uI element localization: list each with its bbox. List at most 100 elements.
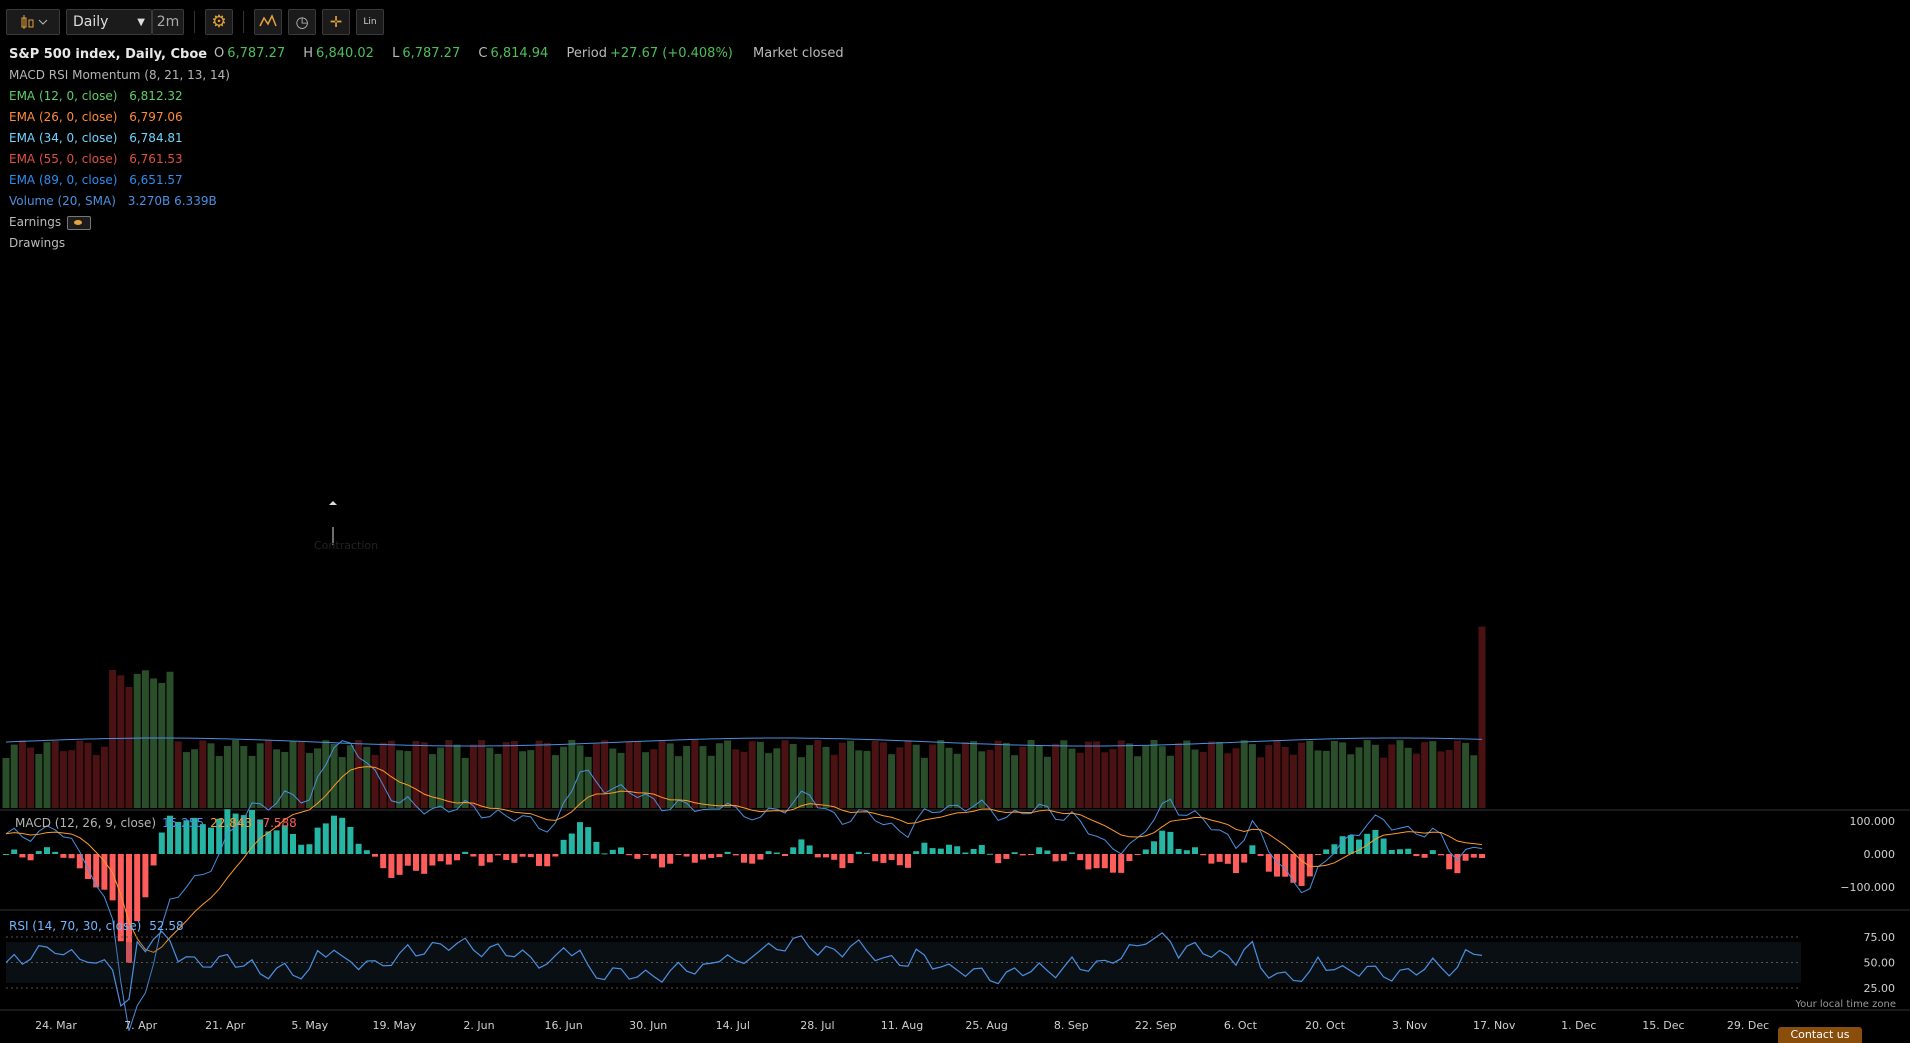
high-value: 6,840.02 bbox=[316, 46, 374, 61]
volume-bar bbox=[445, 740, 453, 808]
macd-histogram-bar bbox=[585, 827, 592, 854]
macd-histogram-bar bbox=[380, 854, 387, 869]
macd-histogram-bar bbox=[634, 854, 641, 859]
x-tick-label: 20. Oct bbox=[1305, 1019, 1346, 1032]
indicator-legend-item[interactable]: EMA (89, 0, close) 6,651.57 bbox=[9, 170, 230, 191]
macd-histogram-bar bbox=[1216, 854, 1223, 862]
macd-histogram-bar bbox=[437, 854, 444, 862]
macd-histogram-bar bbox=[855, 851, 862, 854]
volume-bar bbox=[1380, 757, 1388, 808]
volume-bar bbox=[428, 754, 436, 808]
range-button[interactable]: 2m bbox=[152, 9, 184, 35]
time-button[interactable]: ◷ bbox=[288, 9, 316, 35]
x-tick-label: 22. Sep bbox=[1135, 1019, 1177, 1032]
volume-bar bbox=[789, 744, 797, 808]
indicator-value: 3.270B 6.339B bbox=[123, 194, 217, 208]
macd-histogram-bar bbox=[773, 852, 780, 854]
interval-select[interactable]: Daily ▼ bbox=[66, 9, 152, 35]
indicator-legend-item[interactable]: Volume (20, SMA) 3.270B 6.339B bbox=[9, 191, 230, 212]
x-tick-label: 8. Sep bbox=[1054, 1019, 1089, 1032]
volume-bar bbox=[904, 740, 912, 808]
macd-histogram-bar bbox=[1151, 841, 1157, 854]
macd-histogram-bar bbox=[413, 854, 419, 871]
x-tick-label: 29. Dec bbox=[1727, 1019, 1769, 1032]
indicator-legend-item[interactable]: EMA (55, 0, close) 6,761.53 bbox=[9, 149, 230, 170]
volume-bar bbox=[1158, 746, 1166, 808]
volume-bar bbox=[1142, 745, 1150, 808]
volume-bar bbox=[994, 740, 1002, 808]
rsi-legend: RSI (14, 70, 30, close) 52.58 bbox=[9, 919, 184, 933]
rsi-legend-name: RSI (14, 70, 30, close) bbox=[9, 919, 141, 933]
chart-type-button[interactable] bbox=[6, 9, 60, 35]
macd-histogram-bar bbox=[1028, 854, 1034, 855]
macd-histogram-bar bbox=[675, 854, 682, 855]
macd-histogram-bar bbox=[331, 815, 337, 854]
volume-bar bbox=[847, 740, 855, 808]
macd-histogram-bar bbox=[1093, 854, 1100, 869]
settings-gear-button[interactable]: ⚙ bbox=[205, 9, 233, 35]
drawings-label[interactable]: Drawings bbox=[9, 233, 230, 254]
indicator-label: EMA (26, 0, close) bbox=[9, 110, 118, 124]
volume-bar bbox=[387, 740, 395, 808]
crosshair-button[interactable]: ✛ bbox=[322, 9, 350, 35]
volume-bar bbox=[1437, 751, 1445, 808]
volume-bar bbox=[551, 755, 559, 808]
volume-bar bbox=[1265, 745, 1273, 808]
volume-bar bbox=[1453, 740, 1461, 808]
macd-histogram-bar bbox=[527, 854, 534, 858]
volume-bar bbox=[100, 746, 108, 808]
macd-histogram-bar bbox=[1167, 831, 1174, 854]
scale-button[interactable]: Lin bbox=[356, 9, 384, 35]
indicator-legend-item[interactable]: EMA (12, 0, close) 6,812.32 bbox=[9, 86, 230, 107]
indicator-legend-item[interactable]: EMA (34, 0, close) 6,784.81 bbox=[9, 128, 230, 149]
indicators-button[interactable] bbox=[254, 9, 282, 35]
volume-bar bbox=[1306, 740, 1314, 808]
indicator-legend-item[interactable]: MACD RSI Momentum (8, 21, 13, 14) bbox=[9, 65, 230, 86]
chevron-down-icon: ▼ bbox=[137, 16, 145, 28]
volume-bar bbox=[699, 746, 707, 808]
volume-bar bbox=[494, 753, 502, 808]
volume-bar bbox=[724, 740, 732, 808]
x-tick-label: 17. Nov bbox=[1473, 1019, 1516, 1032]
price-chart[interactable]: 4,750.005,000.005,250.005,500.005,750.00… bbox=[0, 0, 1910, 1043]
indicator-legend-item[interactable]: EMA (26, 0, close) 6,797.06 bbox=[9, 107, 230, 128]
volume-bar bbox=[1109, 749, 1117, 808]
macd-histogram-bar bbox=[60, 854, 67, 858]
volume-bar bbox=[584, 756, 592, 808]
macd-histogram-bar bbox=[495, 854, 501, 856]
contraction-label: Contraction bbox=[314, 539, 378, 552]
macd-histogram-bar bbox=[1085, 854, 1092, 870]
macd-histogram-bar bbox=[511, 854, 518, 863]
indicator-value: 6,784.81 bbox=[125, 131, 183, 145]
macd-histogram-bar bbox=[1274, 854, 1280, 877]
macd-histogram-bar bbox=[536, 854, 542, 866]
volume-bar bbox=[191, 749, 199, 808]
volume-bar bbox=[617, 752, 625, 808]
macd-histogram-bar bbox=[372, 854, 378, 857]
rsi-tick-label: 75.00 bbox=[1864, 931, 1896, 944]
macd-histogram-bar bbox=[1044, 850, 1051, 854]
macd-histogram-bar bbox=[577, 822, 583, 854]
volume-bar bbox=[240, 746, 248, 808]
earnings-toggle[interactable]: Earnings bbox=[9, 212, 230, 233]
volume-bar bbox=[297, 741, 305, 808]
macd-legend-v1: 15.255 bbox=[162, 816, 204, 830]
volume-bar bbox=[1470, 755, 1478, 808]
volume-bar bbox=[68, 750, 76, 808]
indicator-label: EMA (34, 0, close) bbox=[9, 131, 118, 145]
macd-histogram-bar bbox=[847, 854, 854, 863]
volume-bar bbox=[871, 740, 879, 808]
macd-histogram-bar bbox=[1118, 854, 1125, 873]
contact-us-button[interactable]: Contact us bbox=[1778, 1027, 1862, 1043]
volume-bar bbox=[527, 750, 535, 808]
x-tick-label: 15. Dec bbox=[1642, 1019, 1684, 1032]
volume-bar bbox=[732, 749, 740, 808]
indicator-value: 6,761.53 bbox=[125, 152, 183, 166]
macd-histogram-bar bbox=[462, 851, 469, 854]
macd-histogram-bar bbox=[708, 854, 715, 858]
macd-histogram-bar bbox=[700, 854, 706, 860]
macd-histogram-bar bbox=[642, 854, 649, 856]
volume-bar bbox=[27, 747, 35, 808]
volume-bar bbox=[519, 751, 527, 808]
macd-histogram-bar bbox=[544, 854, 551, 867]
